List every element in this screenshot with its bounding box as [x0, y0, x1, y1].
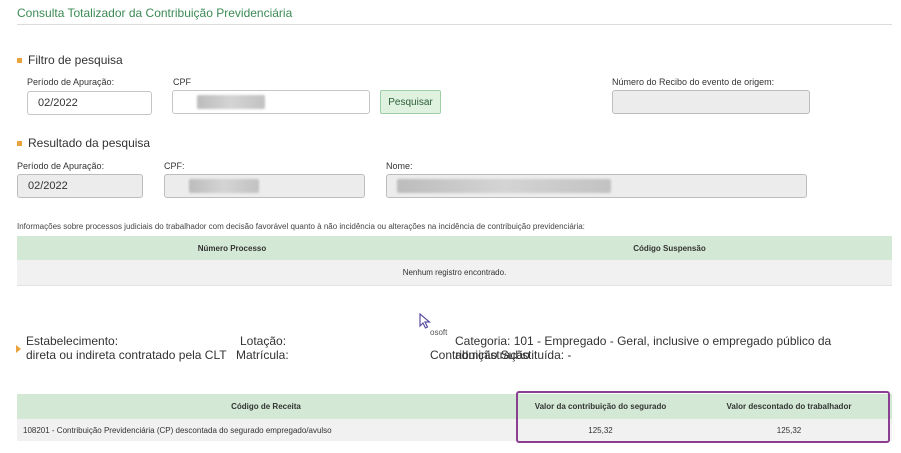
result-periodo-field: 02/2022: [17, 174, 143, 198]
judicial-info-text: Informações sobre processos judiciais do…: [17, 222, 585, 231]
result-heading-text: Resultado da pesquisa: [28, 136, 151, 150]
filter-periodo-value: 02/2022: [38, 97, 78, 109]
result-nome-field: [386, 174, 807, 198]
col-codigo-receita: Código de Receita: [231, 402, 301, 411]
search-button[interactable]: Pesquisar: [380, 90, 441, 114]
judicial-empty-row: Nenhum registro encontrado.: [17, 260, 892, 286]
empty-message: Nenhum registro encontrado.: [402, 268, 507, 277]
bullet-icon: [17, 57, 22, 63]
ghost-text: osoft: [430, 328, 448, 337]
redacted-name: [397, 179, 611, 193]
result-periodo-value: 02/2022: [28, 180, 68, 192]
filter-recibo-input[interactable]: [612, 90, 810, 114]
estabelecimento-label: Estabelecimento:: [26, 334, 119, 348]
result-periodo-label: Período de Apuração:: [17, 161, 105, 171]
expand-triangle-icon[interactable]: [16, 345, 21, 353]
page-title: Consulta Totalizador da Contribuição Pre…: [17, 6, 293, 20]
redacted-cpf: [197, 95, 265, 109]
judicial-table-header: Número Processo Código Suspensão: [17, 236, 892, 260]
filter-recibo-label: Número do Recibo do evento de origem:: [612, 77, 775, 87]
contribuicao-substituida: Contribuição Substituída: -: [430, 348, 572, 362]
redacted-cpf: [189, 179, 259, 193]
result-cpf-field: [164, 174, 365, 198]
lotacao-label: Lotação:: [240, 334, 287, 348]
bullet-icon: [17, 140, 22, 146]
filter-heading-text: Filtro de pesquisa: [28, 53, 123, 67]
filter-periodo-label: Período de Apuração:: [27, 77, 115, 87]
highlight-box: [516, 391, 890, 443]
filter-cpf-label: CPF: [173, 77, 191, 87]
mouse-cursor-icon: [419, 313, 431, 329]
filter-cpf-input[interactable]: [172, 90, 370, 114]
result-section-heading: Resultado da pesquisa: [17, 136, 150, 150]
result-cpf-label: CPF:: [164, 161, 185, 171]
col-codigo-suspensao: Código Suspensão: [633, 243, 706, 253]
filter-section-heading: Filtro de pesquisa: [17, 53, 123, 67]
matricula-label: Matrícula:: [236, 348, 289, 362]
title-divider: [17, 24, 892, 25]
row-codigo-receita: 108201 - Contribuição Previdenciária (CP…: [23, 425, 332, 435]
filter-periodo-input[interactable]: 02/2022: [27, 91, 152, 115]
categoria-continuation: direta ou indireta contratado pela CLT: [26, 348, 227, 362]
result-nome-label: Nome:: [386, 161, 413, 171]
col-numero-processo: Número Processo: [197, 243, 267, 253]
